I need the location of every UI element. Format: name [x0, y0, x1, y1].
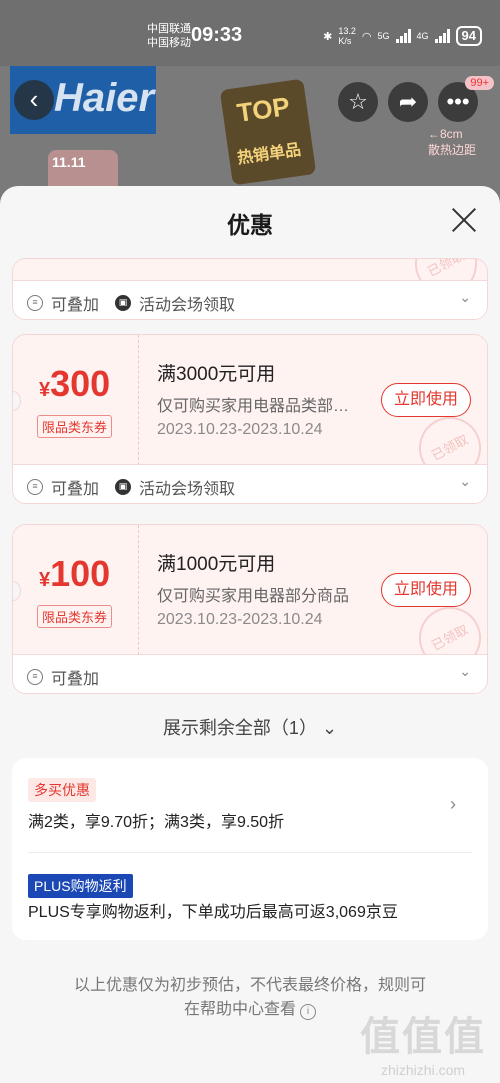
chevron-left-icon: ‹: [29, 84, 39, 114]
coupon-main: ¥300 限品类东券 满3000元可用 仅可购买家用电器品类部… 2023.10…: [13, 335, 487, 490]
info-icon[interactable]: i: [300, 1004, 316, 1020]
coupon-foot[interactable]: ≡ 可叠加 ▣ 活动会场领取 ⌄: [13, 465, 487, 503]
discount-sheet: 优惠 已领取 ≡ 可叠加 ▣ 活动会场领取 ⌄ ¥300 限品类东券 满3000…: [0, 186, 500, 1083]
clock: 09:33: [191, 24, 243, 46]
coupon-scope: 仅可购买家用电器品类部…: [157, 398, 350, 415]
currency: ¥: [39, 379, 51, 401]
favorite-button[interactable]: ☆: [338, 82, 378, 122]
tag-label: 活动会场领取: [139, 297, 236, 314]
use-now-button[interactable]: 立即使用: [381, 573, 471, 607]
bluetooth-icon: ✱: [323, 30, 333, 43]
tag-stackable: ≡ 可叠加: [27, 475, 99, 499]
stack-icon: ≡: [27, 479, 43, 495]
share-icon: ➦: [398, 89, 418, 114]
promotions-panel: 多买优惠 满2类，享9.70折；满3类，享9.50折 › PLUS购物返利 PL…: [12, 758, 488, 940]
signal-icon: [395, 29, 411, 43]
tag-stackable: ≡ 可叠加: [27, 291, 99, 315]
coupon-period: 2023.10.23-2023.10.24: [157, 611, 323, 628]
venue-icon: ▣: [115, 479, 131, 495]
chevron-down-icon[interactable]: ⌄: [459, 663, 471, 680]
chevron-down-icon: ⌄: [321, 718, 338, 738]
multi-buy-tag: 多买优惠: [28, 778, 96, 802]
coupon-scope: 仅可购买家用电器部分商品: [157, 588, 350, 605]
coupon-amount-area: ¥300 限品类东券: [13, 335, 139, 465]
tag-stackable: ≡ 可叠加: [27, 665, 99, 689]
disclaimer-line-2: 在帮助中心查看: [183, 1001, 296, 1018]
amount: 300: [50, 363, 111, 404]
coupon-amount-area: ¥100 限品类东券: [13, 525, 139, 655]
chevron-down-icon[interactable]: ⌄: [459, 289, 471, 306]
watermark-url: zhizhizhi.com: [380, 1062, 466, 1078]
category-tag: 限品类东券: [37, 415, 113, 438]
chevron-right-icon[interactable]: ›: [450, 794, 456, 815]
status-icons: ✱ 13.2 K/s ◠ 5G 4G 94: [323, 26, 482, 46]
coupon-price: ¥100: [39, 553, 110, 595]
coupon-card-partial: 已领取 ≡ 可叠加 ▣ 活动会场领取 ⌄: [12, 258, 488, 320]
plus-tag: PLUS购物返利: [28, 874, 133, 898]
venue-icon: ▣: [115, 295, 131, 311]
watermark-logo: 值值值: [360, 1015, 486, 1059]
signal-icon-2: [434, 29, 450, 43]
net-speed: 13.2 K/s: [338, 26, 356, 46]
coupon-price: ¥300: [39, 363, 110, 405]
share-button[interactable]: ➦: [388, 82, 428, 122]
amount: 100: [50, 553, 111, 594]
show-more-button[interactable]: 展示剩余全部（1） ⌄: [0, 714, 500, 740]
carrier-labels: 中国联通 中国移动: [147, 22, 191, 50]
tag-label: 可叠加: [51, 481, 100, 498]
notification-badge: 99+: [465, 76, 494, 90]
close-button[interactable]: [450, 206, 478, 234]
tag-label: 可叠加: [51, 297, 100, 314]
coupon-condition: 满3000元可用: [157, 364, 276, 385]
coupon-main: 已领取: [13, 259, 487, 306]
chevron-down-icon[interactable]: ⌄: [459, 473, 471, 490]
multi-buy-text[interactable]: 满2类，享9.70折；满3类，享9.50折: [28, 808, 284, 832]
sheet-title: 优惠: [227, 212, 273, 238]
back-button[interactable]: ‹: [14, 80, 54, 120]
coupon-foot[interactable]: ≡ 可叠加 ▣ 活动会场领取 ⌄: [13, 281, 487, 319]
stack-icon: ≡: [27, 295, 43, 311]
plus-text: PLUS专享购物返利，下单成功后最高可返3,069京豆: [28, 904, 398, 921]
product-header: Haier ‹ TOP 热销单品 11.11 ☆ ➦ ••• 99+ ←8cm …: [0, 66, 500, 206]
disclaimer-line-1: 以上优惠仅为初步预估，不代表最终价格，规则可: [73, 977, 426, 994]
watermark: 值值值 zhizhizhi.com: [360, 1004, 486, 1078]
stack-icon: ≡: [27, 669, 43, 685]
divider: [28, 852, 472, 853]
brand-text: Haier: [54, 76, 155, 120]
star-icon: ☆: [348, 89, 368, 114]
network-4g: 4G: [416, 31, 429, 41]
more-icon: •••: [446, 89, 470, 114]
show-more-label: 展示剩余全部（1）: [162, 718, 317, 738]
coupon-card: ¥100 限品类东券 满1000元可用 仅可购买家用电器部分商品 2023.10…: [12, 524, 488, 694]
carrier-2: 中国移动: [147, 37, 191, 49]
category-tag: 限品类东券: [37, 605, 113, 628]
network-5g: 5G: [377, 31, 390, 41]
coupon-main: ¥100 限品类东券 满1000元可用 仅可购买家用电器部分商品 2023.10…: [13, 525, 487, 680]
tag-venue: ▣ 活动会场领取: [115, 291, 235, 315]
status-bar: 中国联通 中国移动 09:33 ✱ 13.2 K/s ◠ 5G 4G 94: [0, 0, 500, 66]
coupon-card: ¥300 限品类东券 满3000元可用 仅可购买家用电器品类部… 2023.10…: [12, 334, 488, 504]
coupon-period: 2023.10.23-2023.10.24: [157, 421, 323, 438]
tag-label: 可叠加: [51, 671, 100, 688]
top-label: TOP: [234, 90, 292, 128]
coupon-condition: 满1000元可用: [157, 554, 276, 575]
currency: ¥: [39, 569, 51, 591]
wifi-icon: ◠: [361, 30, 372, 43]
size-label: ←8cm 散热边距: [427, 127, 476, 157]
carrier-1: 中国联通: [147, 23, 191, 35]
top-badge: TOP 热销单品: [219, 78, 317, 186]
battery-indicator: 94: [455, 26, 482, 46]
hot-label: 热销单品: [236, 141, 303, 168]
tag-label: 活动会场领取: [139, 481, 236, 498]
coupon-foot[interactable]: ≡ 可叠加 ⌄: [13, 655, 487, 693]
tag-venue: ▣ 活动会场领取: [115, 475, 235, 499]
use-now-button[interactable]: 立即使用: [381, 383, 471, 417]
